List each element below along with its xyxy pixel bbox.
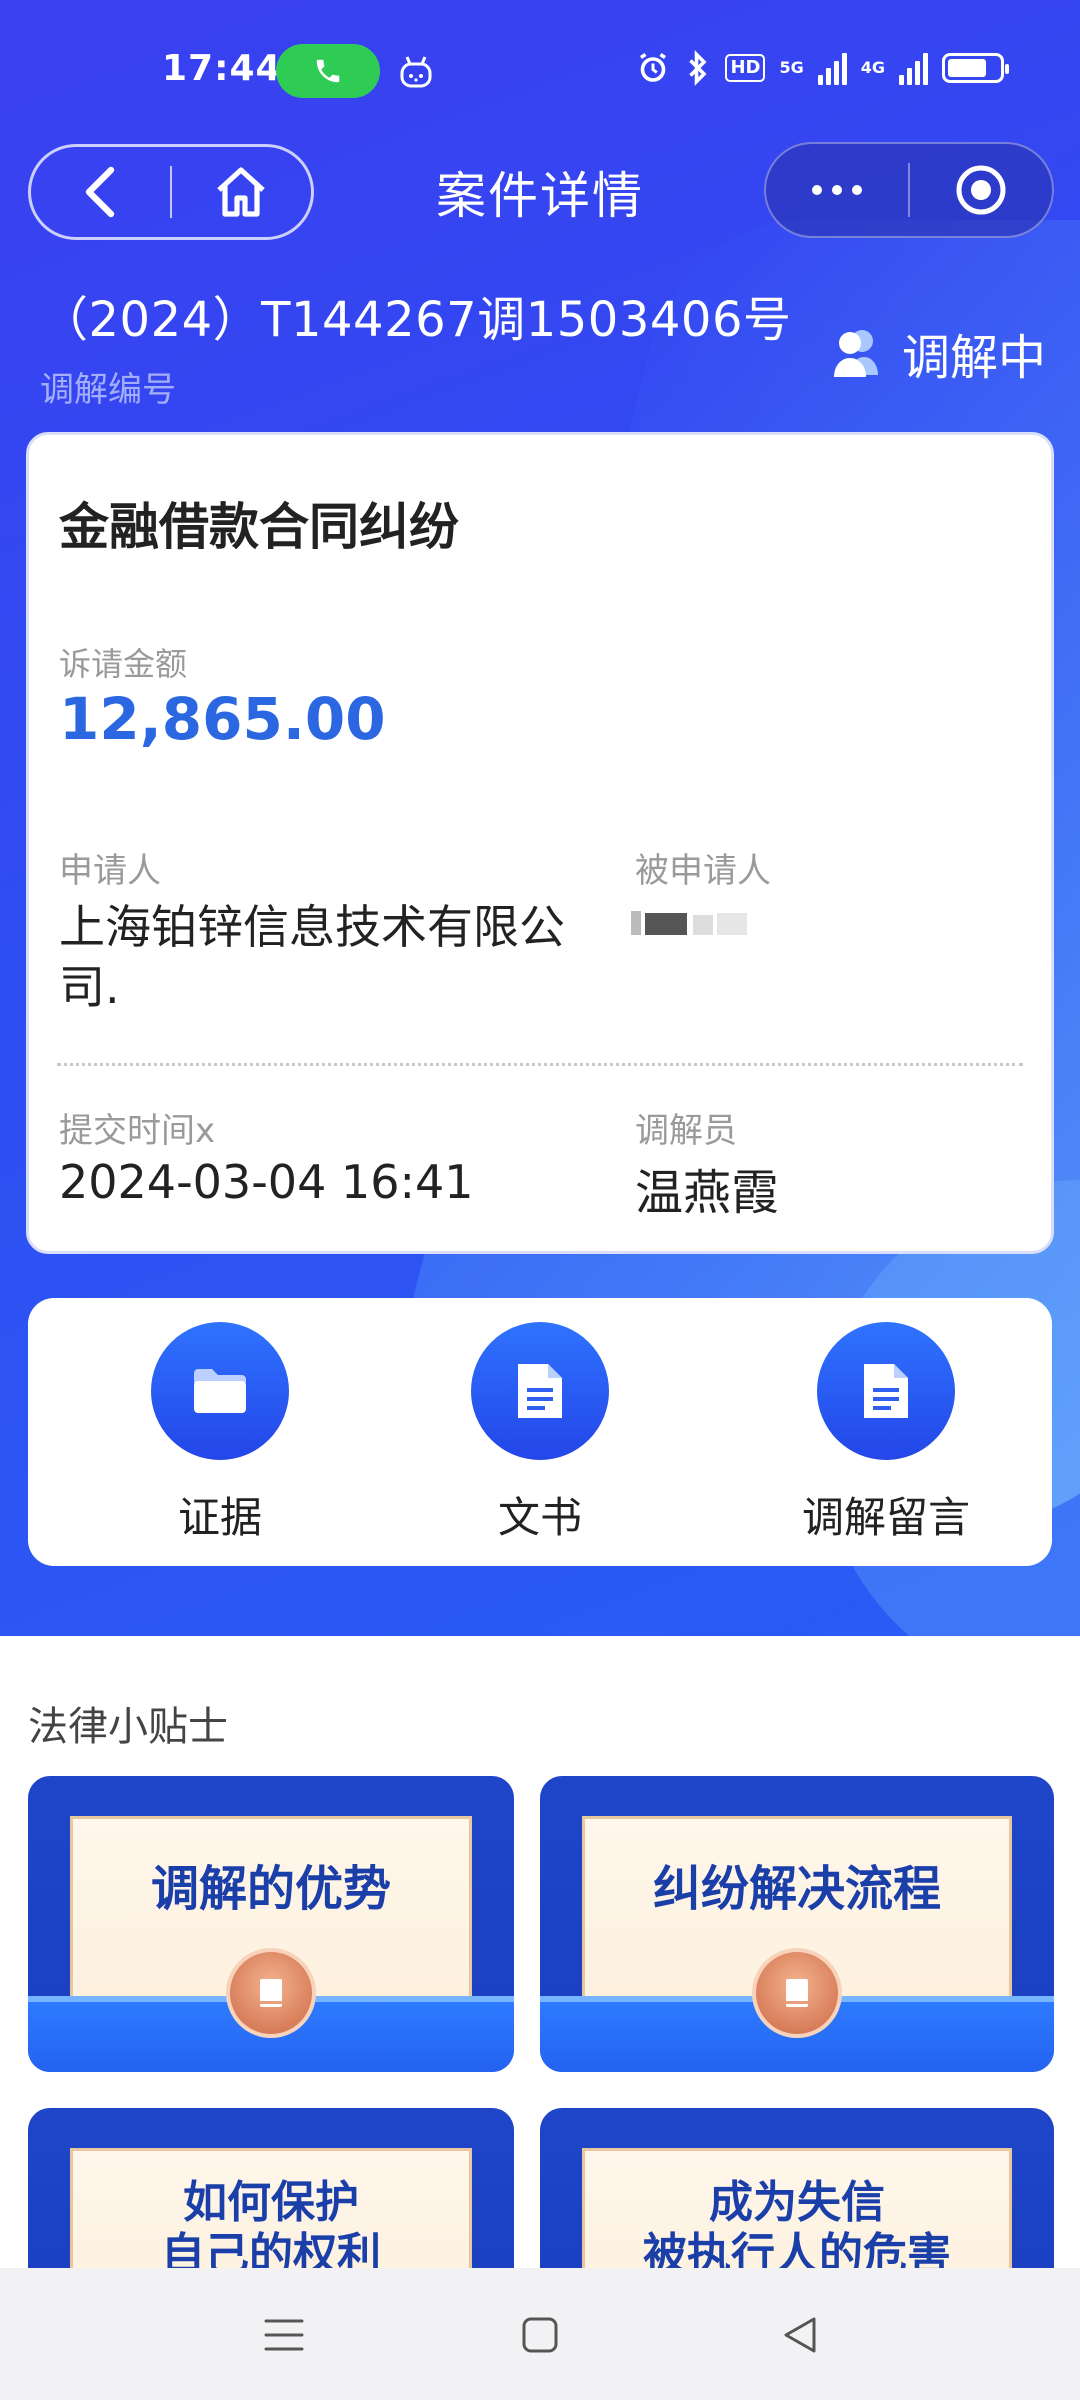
book-badge xyxy=(752,1948,842,2038)
document-icon xyxy=(518,1364,562,1418)
status-time: 17:44 xyxy=(162,48,282,89)
menu-icon xyxy=(264,2319,304,2351)
status-icons: HD 5G 4G xyxy=(635,50,1009,86)
case-number: （2024）T144267调1503406号 xyxy=(40,292,792,348)
evidence-button[interactable]: 证据 xyxy=(100,1322,340,1545)
ongoing-call-pill[interactable] xyxy=(276,44,380,98)
tip-title: 如何保护 自己的权利 xyxy=(73,2177,469,2281)
battery-icon xyxy=(942,53,1009,83)
legal-tips-title: 法律小贴士 xyxy=(28,1704,228,1750)
people-icon xyxy=(833,330,878,377)
tip-title-line1: 成为失信 xyxy=(709,2177,885,2228)
documents-label: 文书 xyxy=(497,1493,582,1542)
miniprogram-capsule xyxy=(764,142,1054,238)
tip-title: 调解的优势 xyxy=(73,1863,469,1915)
close-miniprogram-button[interactable] xyxy=(910,144,1052,236)
applicant-label: 申请人 xyxy=(59,851,161,891)
case-summary-card: 金融借款合同纠纷 诉请金额 12,865.00 申请人 上海铂锌信息技术有限公司… xyxy=(26,432,1054,1254)
target-circle-icon xyxy=(956,165,1006,215)
book-badge xyxy=(226,1948,316,2038)
tip-title-line1: 纠纷解决流程 xyxy=(652,1861,941,1917)
back-system-button[interactable] xyxy=(770,2310,830,2360)
message-icon-circle xyxy=(817,1322,955,1460)
status-bar: 17:44 HD 5G 4G xyxy=(0,0,1080,140)
respondent-label: 被申请人 xyxy=(635,851,771,891)
alarm-icon xyxy=(640,53,667,82)
submit-time-label: 提交时间x xyxy=(59,1111,216,1151)
tip-title-line1: 调解的优势 xyxy=(150,1861,391,1917)
case-type: 金融借款合同纠纷 xyxy=(59,498,459,556)
applicant-name: 上海铂锌信息技术有限公司. xyxy=(59,900,565,1014)
amount-label: 诉请金额 xyxy=(59,645,188,683)
evidence-icon-circle xyxy=(151,1322,289,1460)
network-5g-label: 5G xyxy=(779,58,804,77)
phone-icon xyxy=(316,59,340,83)
tip-card-dispute-process[interactable]: 纠纷解决流程 xyxy=(540,1776,1054,2072)
square-home-icon xyxy=(522,2317,558,2353)
signal-icon xyxy=(817,51,847,85)
mediation-message-button[interactable]: 调解留言 xyxy=(766,1322,1006,1545)
book-icon xyxy=(786,1979,808,2007)
menu-button[interactable] xyxy=(254,2310,314,2360)
more-dots-icon xyxy=(812,185,862,195)
bluetooth-icon xyxy=(689,50,707,86)
tip-title: 成为失信 被执行人的危害 xyxy=(585,2177,1009,2281)
evidence-label: 证据 xyxy=(177,1493,262,1542)
home-system-button[interactable] xyxy=(510,2310,570,2360)
book-icon xyxy=(260,1979,282,2007)
signal-icon-2 xyxy=(899,51,928,85)
folder-icon xyxy=(194,1369,246,1413)
document-icon xyxy=(864,1364,908,1418)
card-divider xyxy=(57,1063,1023,1066)
tip-title-line1: 如何保护 xyxy=(183,2177,359,2228)
tip-title: 纠纷解决流程 xyxy=(585,1863,1009,1915)
mediation-message-label: 调解留言 xyxy=(801,1493,970,1542)
case-actions-card: 证据 文书 调解留言 xyxy=(28,1298,1052,1566)
system-navigation-bar xyxy=(0,2268,1080,2400)
hd-voice-badge: HD xyxy=(725,54,766,82)
assistant-bot-icon xyxy=(400,56,432,88)
respondent-name-redacted xyxy=(631,911,747,935)
mediator-name: 温燕霞 xyxy=(635,1165,780,1221)
submit-time: 2024-03-04 16:41 xyxy=(59,1155,474,1209)
case-status-text: 调解中 xyxy=(901,330,1046,386)
network-4g-label: 4G xyxy=(860,58,885,77)
case-number-label: 调解编号 xyxy=(40,370,176,410)
claim-amount: 12,865.00 xyxy=(59,685,386,753)
more-button[interactable] xyxy=(766,144,908,236)
triangle-back-icon xyxy=(784,2317,816,2353)
documents-icon-circle xyxy=(471,1322,609,1460)
mediator-label: 调解员 xyxy=(635,1111,737,1151)
documents-button[interactable]: 文书 xyxy=(420,1322,660,1545)
case-status: 调解中 xyxy=(828,318,1046,388)
tip-card-mediation-advantages[interactable]: 调解的优势 xyxy=(28,1776,514,2072)
